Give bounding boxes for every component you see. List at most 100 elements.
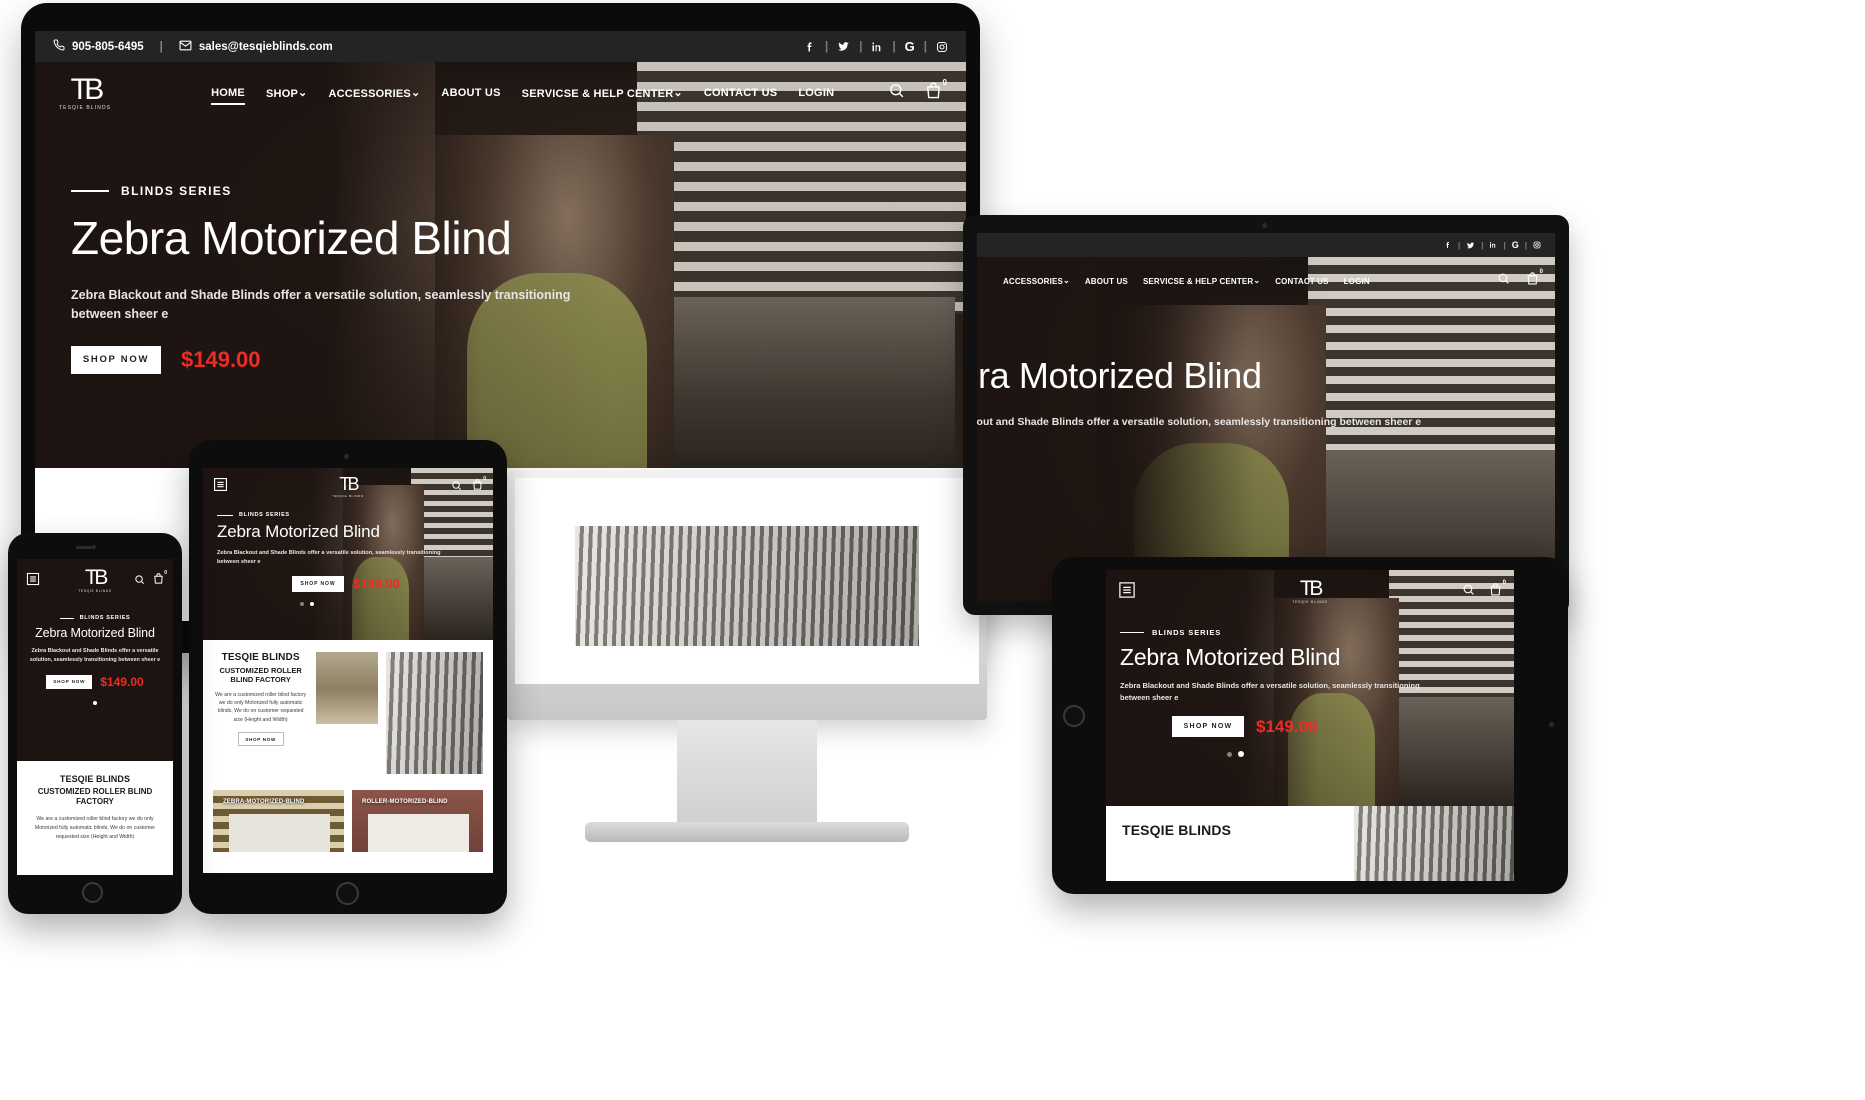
hero-shop-now-button[interactable]: SHOP NOW — [71, 345, 161, 374]
linkedin-icon[interactable] — [1489, 241, 1497, 249]
instagram-icon[interactable] — [936, 41, 948, 53]
logo-wordmark: TESQIE BLINDS — [78, 588, 112, 593]
search-icon[interactable] — [1497, 272, 1510, 290]
info-heading: TESQIE BLINDS — [59, 774, 131, 784]
product-tile-zebra[interactable]: ZEBRA-MOTORIZED-BLIND — [213, 790, 344, 852]
cart-button[interactable]: 0 — [153, 570, 167, 590]
hamburger-menu-icon[interactable] — [1118, 581, 1136, 604]
nav-links: HOME SHOP⌄ ACCESSORIES⌄ ABOUT US SERVICS… — [211, 87, 834, 105]
nav-item-services-help-center[interactable]: SERVICSE & HELP CENTER⌄ — [522, 87, 683, 100]
nav-item-accessories[interactable]: ACCESSORIES⌄ — [328, 87, 420, 100]
hamburger-menu-icon[interactable] — [26, 572, 40, 591]
site-logo[interactable]: TB TESQIE BLINDS — [1292, 578, 1327, 605]
product-tile-label: ZEBRA-MOTORIZED-BLIND — [223, 799, 305, 805]
nav-icon-group: 0 — [134, 570, 167, 590]
hero-price: $149.00 — [353, 576, 400, 592]
cart-button[interactable]: 0 — [1489, 580, 1506, 602]
laptop-camera — [1262, 223, 1267, 228]
main-navbar: TB TESQIE BLINDS HOME SHOP⌄ ACCESSORIES⌄… — [35, 62, 966, 124]
facebook-icon[interactable] — [1444, 241, 1452, 249]
cart-count-badge: 0 — [1502, 580, 1506, 586]
info-row: TESQIE BLINDS CUSTOMIZED ROLLER BLIND FA… — [213, 652, 483, 774]
carousel-dot-1[interactable] — [1226, 751, 1232, 757]
chevron-down-icon: ⌄ — [673, 86, 683, 99]
cart-count-badge: 0 — [164, 570, 167, 576]
main-navbar: TB TESQIE BLINDS 0 — [17, 559, 173, 603]
cart-button[interactable]: 0 — [1526, 269, 1543, 291]
twitter-icon[interactable] — [1466, 241, 1475, 250]
hero-eyebrow-text: BLINDS SERIES — [1152, 628, 1222, 637]
email-contact[interactable]: sales@tesqieblinds.com — [179, 39, 333, 55]
google-icon[interactable]: G — [1512, 240, 1519, 250]
chevron-down-icon: ⌄ — [410, 86, 421, 99]
phone-camera — [92, 545, 96, 549]
main-navbar: ACCESSORIES⌄ ABOUT US SERVICSE & HELP CE… — [977, 257, 1555, 305]
hero-subtitle: Zebra Blackout and Shade Blinds offer a … — [977, 415, 1422, 428]
social-separator: | — [859, 40, 863, 53]
nav-item-about-us[interactable]: ABOUT US — [441, 87, 500, 99]
search-icon[interactable] — [451, 478, 462, 496]
phone-contact[interactable]: 905-805-6495 — [53, 39, 144, 54]
product-tile-label: ROLLER-MOTORIZED-BLIND — [362, 799, 448, 805]
site-logo[interactable]: TB TESQIE BLINDS — [78, 567, 112, 593]
nav-label: SHOP — [265, 87, 299, 100]
eyebrow-rule — [71, 190, 109, 192]
social-separator: | — [892, 40, 896, 53]
info-shop-now-button[interactable]: SHOP NOW — [237, 732, 284, 746]
tablet-home-button[interactable] — [1063, 705, 1085, 727]
responsive-device-mockup-scene: 905-805-6495 | sales@tesqieblinds.com | … — [0, 0, 1865, 1100]
facebook-icon[interactable] — [804, 41, 816, 53]
nav-item-login[interactable]: LOGIN — [798, 87, 834, 99]
hero-content: BLINDS SERIES Zebra Motorized Blind Zebr… — [35, 124, 655, 374]
eyebrow-rule — [59, 617, 74, 619]
search-icon[interactable] — [1462, 583, 1475, 601]
product-tile-roller[interactable]: ROLLER-MOTORIZED-BLIND — [352, 790, 483, 852]
hero-shop-now-button[interactable]: SHOP NOW — [1172, 716, 1244, 738]
phone-speaker — [76, 546, 92, 549]
nav-item-accessories[interactable]: ACCESSORIES⌄ — [1003, 276, 1070, 286]
carousel-dot-1[interactable] — [93, 700, 97, 705]
hero-section: ACCESSORIES⌄ ABOUT US SERVICSE & HELP CE… — [977, 257, 1555, 601]
nav-item-shop[interactable]: SHOP⌄ — [266, 87, 308, 100]
office-blinds-photo — [385, 652, 483, 774]
nav-item-about-us[interactable]: ABOUT US — [1085, 277, 1128, 286]
hero-shop-now-button[interactable]: SHOP NOW — [292, 575, 344, 592]
carousel-dots — [217, 601, 397, 606]
hero-content: BLINDS SERIES Zebra Motorized Blind Zebr… — [203, 506, 453, 606]
carousel-dot-2[interactable] — [1237, 751, 1244, 758]
tablet-home-button[interactable] — [336, 882, 359, 905]
nav-item-contact-us[interactable]: CONTACT US — [704, 87, 778, 99]
main-navbar: TB TESQIE BLINDS 0 — [203, 468, 493, 506]
phone-info-section: TESQIE BLINDS CUSTOMIZED ROLLER BLIND FA… — [17, 761, 173, 842]
top-utility-bar: | | | G | — [977, 233, 1555, 257]
search-icon[interactable] — [134, 572, 145, 590]
google-icon[interactable]: G — [905, 39, 915, 54]
tablet-camera — [344, 454, 349, 459]
logo-monogram: TB — [70, 72, 105, 106]
nav-item-login[interactable]: LOGIN — [1344, 277, 1370, 286]
nav-item-home[interactable]: HOME — [211, 87, 245, 105]
site-logo[interactable]: TB TESQIE BLINDS — [59, 72, 111, 111]
hero-price: $149.00 — [100, 674, 144, 689]
social-separator: | — [923, 40, 927, 53]
hero-price: $149.00 — [181, 346, 261, 372]
hero-eyebrow: BLINDS SERIES — [71, 184, 655, 198]
linkedin-icon[interactable] — [871, 41, 883, 53]
site-logo[interactable]: TB TESQIE BLINDS — [332, 475, 363, 497]
hero-shop-now-button[interactable]: SHOP NOW — [46, 674, 93, 689]
hero-subtitle: Zebra Blackout and Shade Blinds offer a … — [1120, 681, 1420, 703]
search-icon[interactable] — [888, 82, 905, 104]
carousel-dot-1[interactable] — [300, 601, 304, 606]
instagram-icon[interactable] — [1533, 241, 1541, 249]
hamburger-menu-icon[interactable] — [213, 477, 228, 497]
cart-button[interactable]: 0 — [472, 476, 486, 496]
product-tile-row: ZEBRA-MOTORIZED-BLIND ROLLER-MOTORIZED-B… — [203, 790, 493, 852]
hero-cta-row: SHOP NOW $149.00 — [292, 575, 453, 592]
cart-button[interactable]: 0 — [925, 78, 947, 105]
nav-item-contact-us[interactable]: CONTACT US — [1275, 277, 1328, 286]
phone-home-button[interactable] — [82, 882, 103, 903]
social-separator: | — [1481, 240, 1484, 250]
nav-item-services-help-center[interactable]: SERVICSE & HELP CENTER⌄ — [1143, 276, 1260, 286]
twitter-icon[interactable] — [837, 40, 850, 53]
carousel-dot-2[interactable] — [310, 601, 314, 606]
